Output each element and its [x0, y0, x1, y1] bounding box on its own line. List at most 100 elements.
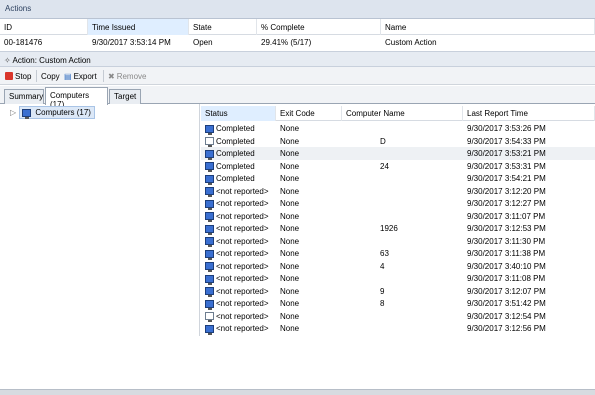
status-cell: Completed: [201, 122, 276, 135]
computer-group-icon: [22, 108, 32, 119]
column-header-name[interactable]: Name: [381, 19, 595, 35]
copy-label: Copy: [41, 71, 60, 81]
computer-icon: [205, 187, 214, 197]
stop-button[interactable]: Stop: [2, 69, 34, 83]
computer-icon: [205, 249, 214, 260]
tree-item-computers[interactable]: ▷ Computers (17): [10, 106, 95, 119]
table-row[interactable]: Completed None 24 9/30/2017 3:53:31 PM: [201, 160, 595, 172]
tree-root-label: Computers (17): [35, 108, 91, 117]
export-icon: ▤: [64, 71, 72, 81]
computer-icon: [205, 299, 214, 310]
export-button[interactable]: ▤ Export: [61, 69, 100, 83]
stop-icon: [5, 72, 13, 80]
exit-code-cell: None: [280, 211, 300, 221]
column-header-id[interactable]: ID: [0, 19, 88, 35]
table-row[interactable]: <not reported> None 9/30/2017 3:11:08 PM: [201, 272, 595, 285]
computer-icon: [205, 174, 214, 185]
table-row[interactable]: Completed None 9/30/2017 3:53:21 PM: [201, 147, 595, 160]
table-row[interactable]: <not reported> None 9/30/2017 3:12:54 PM: [201, 310, 595, 323]
column-header-time-issued[interactable]: Time Issued: [88, 19, 189, 35]
computer-icon: [205, 237, 214, 247]
horizontal-scrollbar[interactable]: [0, 389, 595, 395]
exit-code-cell: None: [280, 199, 300, 208]
exit-code-cell: None: [280, 136, 300, 146]
status-text: <not reported>: [216, 186, 269, 196]
status-text: <not reported>: [216, 274, 269, 283]
exit-code-cell: None: [280, 311, 300, 321]
computer-icon: [205, 287, 214, 297]
table-row[interactable]: <not reported> None 1926 9/30/2017 3:12:53 …: [201, 222, 595, 235]
table-row[interactable]: Completed None 9/30/2017 3:53:26 PM: [201, 122, 595, 135]
table-row[interactable]: <not reported> None 63 9/30/2017 3:11:38 PM: [201, 247, 595, 260]
exit-code-cell: None: [280, 149, 300, 158]
last-report-time-cell: 9/30/2017 3:11:07 PM: [467, 211, 546, 221]
last-report-time-cell: 9/30/2017 3:11:30 PM: [467, 236, 546, 246]
last-report-time-cell: 9/30/2017 3:11:38 PM: [467, 249, 546, 258]
remove-button[interactable]: ✖ Remove: [105, 69, 150, 83]
computer-name-cell: [342, 185, 463, 198]
status-text: <not reported>: [216, 224, 269, 233]
computer-icon: [205, 224, 214, 235]
last-report-time-cell: 9/30/2017 3:53:21 PM: [467, 149, 546, 158]
copy-button[interactable]: Copy: [38, 69, 63, 83]
table-row[interactable]: <not reported> None 4 9/30/2017 3:40:10 PM: [201, 260, 595, 272]
computer-icon: [205, 199, 214, 210]
exit-code-cell: None: [280, 249, 300, 258]
status-cell: <not reported>: [201, 322, 276, 335]
tab-bar: Summary Computers (17) Target: [0, 86, 595, 109]
exit-code-cell: None: [280, 324, 300, 333]
column-header-last-report-time[interactable]: Last Report Time: [463, 106, 595, 121]
expand-arrow-icon[interactable]: ▷: [10, 108, 16, 117]
table-row[interactable]: <not reported> None 9/30/2017 3:12:56 PM: [201, 322, 595, 335]
table-row[interactable]: <not reported> None 8 9/30/2017 3:51:42 PM: [201, 297, 595, 310]
computer-name-cell: [342, 147, 463, 160]
table-row[interactable]: <not reported> None 9/30/2017 3:11:07 PM: [201, 210, 595, 222]
computer-name-cell: [342, 322, 463, 335]
status-text: <not reported>: [216, 286, 269, 296]
last-report-time-cell: 9/30/2017 3:51:42 PM: [467, 299, 546, 308]
exit-code-cell: None: [280, 299, 300, 308]
exit-code-cell: None: [280, 186, 300, 196]
last-report-time-cell: 9/30/2017 3:12:07 PM: [467, 286, 546, 296]
table-row[interactable]: <not reported> None 9 9/30/2017 3:12:07 PM: [201, 285, 595, 297]
action-detail-label: Action: Custom Action: [12, 56, 91, 65]
table-row[interactable]: Completed None D 9/30/2017 3:54:33 PM: [201, 135, 595, 147]
status-cell: <not reported>: [201, 235, 276, 247]
tree-item-selected[interactable]: Computers (17): [19, 106, 95, 119]
table-row[interactable]: <not reported> None 9/30/2017 3:11:30 PM: [201, 235, 595, 247]
status-text: <not reported>: [216, 211, 269, 221]
action-name: Custom Action: [385, 38, 437, 47]
column-header-status[interactable]: Status: [201, 106, 276, 121]
tab-summary[interactable]: Summary: [4, 89, 44, 104]
status-cell: <not reported>: [201, 272, 276, 285]
actions-table-row[interactable]: 00-181476 9/30/2017 3:53:14 PM Open 29.4…: [0, 35, 595, 49]
action-detail-title: ✧ Action: Custom Action: [0, 51, 595, 67]
column-header-exit-code[interactable]: Exit Code: [276, 106, 342, 121]
status-text: Completed: [216, 174, 255, 183]
table-row[interactable]: <not reported> None 9/30/2017 3:12:20 PM: [201, 185, 595, 198]
last-report-time-cell: 9/30/2017 3:12:20 PM: [467, 186, 546, 196]
status-text: <not reported>: [216, 324, 269, 333]
tab-target[interactable]: Target: [109, 89, 141, 104]
exit-code-cell: None: [280, 224, 300, 233]
grid-header: Status Exit Code Computer Name Last Repo…: [201, 106, 595, 121]
table-row[interactable]: Completed None 9/30/2017 3:54:21 PM: [201, 172, 595, 185]
exit-code-cell: None: [280, 124, 300, 133]
last-report-time-cell: 9/30/2017 3:53:31 PM: [467, 161, 546, 171]
status-cell: <not reported>: [201, 185, 276, 197]
column-header-complete[interactable]: % Complete: [257, 19, 381, 35]
table-row[interactable]: <not reported> None 9/30/2017 3:12:27 PM: [201, 197, 595, 210]
computer-icon: [205, 262, 214, 272]
exit-code-cell: None: [280, 161, 300, 171]
computers-tree: ▷ Computers (17): [0, 104, 200, 336]
wand-icon: ✧: [4, 56, 11, 65]
computer-name-cell: [342, 310, 463, 323]
tab-computers[interactable]: Computers (17): [45, 87, 108, 109]
status-cell: <not reported>: [201, 260, 276, 272]
status-cell: <not reported>: [201, 297, 276, 310]
status-text: Completed: [216, 161, 255, 171]
column-header-state[interactable]: State: [189, 19, 257, 35]
column-header-computer-name[interactable]: Computer Name: [342, 106, 463, 121]
status-text: <not reported>: [216, 236, 269, 246]
computer-name-cell: 4: [380, 261, 385, 271]
